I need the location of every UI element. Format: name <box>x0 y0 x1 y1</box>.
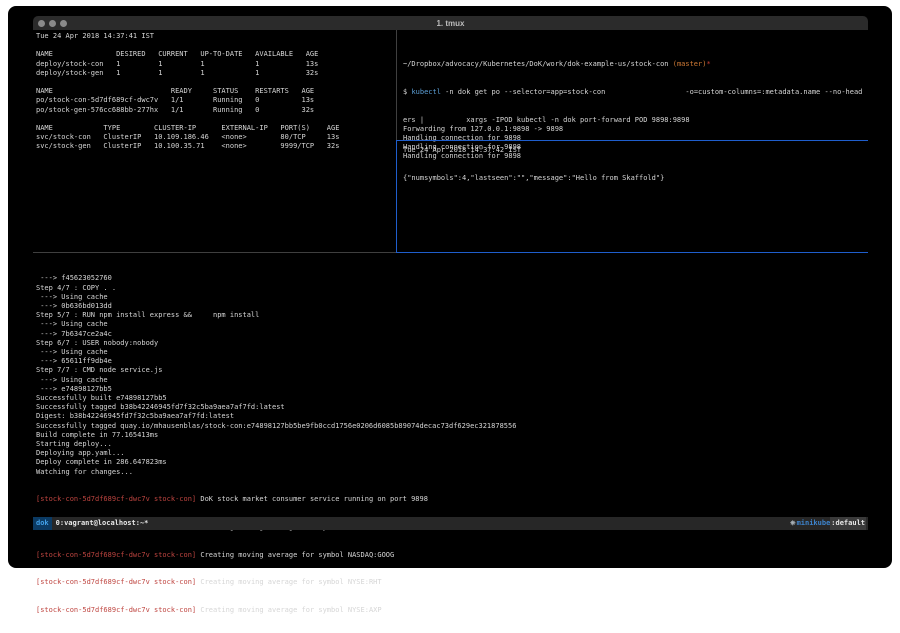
pane-skaffold-log[interactable]: ---> f45623052760 Step 4/7 : COPY . . --… <box>33 253 868 515</box>
window-titlebar[interactable]: 1. tmux <box>33 16 868 30</box>
kubectl-resources-output: Tue 24 Apr 2018 14:37:41 IST NAME DESIRE… <box>36 32 339 152</box>
pod-log-line: [stock-con-5d7df689cf-dwc7v stock-con] C… <box>36 578 516 587</box>
window-title: 1. tmux <box>33 19 868 28</box>
tmux-session-name: dok <box>33 517 52 530</box>
helm-icon: ⎈ <box>790 517 796 530</box>
pod-log-prefix: [stock-con-5d7df689cf-dwc7v stock-con] <box>36 606 196 614</box>
pod-log-line: [stock-con-5d7df689cf-dwc7v stock-con] C… <box>36 606 516 615</box>
skaffold-build-output: ---> f45623052760 Step 4/7 : COPY . . --… <box>36 274 516 476</box>
pane-port-forward[interactable]: ~/Dropbox/advocacy/Kubernetes/DoK/work/d… <box>397 30 868 140</box>
service-response-output: Tue 24 Apr 2018 14:37:42 IST {"numsymbol… <box>403 146 664 183</box>
command-args: -n dok get po --selector=app=stock-con -… <box>441 88 862 96</box>
tmux-status-bar: dok 0:vagrant@localhost:~* ⎈ minikube :d… <box>33 517 868 530</box>
terminal-window: 1. tmux Tue 24 Apr 2018 14:37:41 IST NAM… <box>8 6 892 568</box>
pod-log-prefix: [stock-con-5d7df689cf-dwc7v stock-con] <box>36 495 196 503</box>
pane-kubectl-watch[interactable]: Tue 24 Apr 2018 14:37:41 IST NAME DESIRE… <box>33 30 396 251</box>
pane-divider-horizontal-inactive[interactable] <box>33 252 396 253</box>
tmux-session: 1. tmux Tue 24 Apr 2018 14:37:41 IST NAM… <box>33 16 868 564</box>
git-branch: (master) <box>669 60 707 68</box>
kube-namespace: :default <box>830 517 866 530</box>
git-dirty-flag: * <box>706 60 710 68</box>
cwd-path: ~/Dropbox/advocacy/Kubernetes/DoK/work/d… <box>403 60 669 68</box>
shell-prompt-path-line: ~/Dropbox/advocacy/Kubernetes/DoK/work/d… <box>403 60 862 69</box>
pane-divider-vertical-active[interactable] <box>396 140 397 252</box>
pane-divider-vertical-inactive[interactable] <box>396 30 397 140</box>
pane-divider-horizontal-active-bottom[interactable] <box>396 252 868 253</box>
kube-context: minikube <box>797 517 831 530</box>
pod-log-line: [stock-con-5d7df689cf-dwc7v stock-con] D… <box>36 495 516 504</box>
pane-divider-horizontal-active[interactable] <box>397 140 868 141</box>
tmux-window-item[interactable]: 0:vagrant@localhost:~* <box>56 517 149 530</box>
pod-log-prefix: [stock-con-5d7df689cf-dwc7v stock-con] <box>36 551 196 559</box>
pane-service-response[interactable]: Tue 24 Apr 2018 14:37:42 IST {"numsymbol… <box>397 141 868 251</box>
pod-log-prefix: [stock-con-5d7df689cf-dwc7v stock-con] <box>36 578 196 586</box>
shell-command-line: $ kubectl -n dok get po --selector=app=s… <box>403 88 862 97</box>
pod-log-line: [stock-con-5d7df689cf-dwc7v stock-con] C… <box>36 551 516 560</box>
tmux-status-right: ⎈ minikube :default <box>790 517 866 530</box>
command-name: kubectl <box>411 88 441 96</box>
